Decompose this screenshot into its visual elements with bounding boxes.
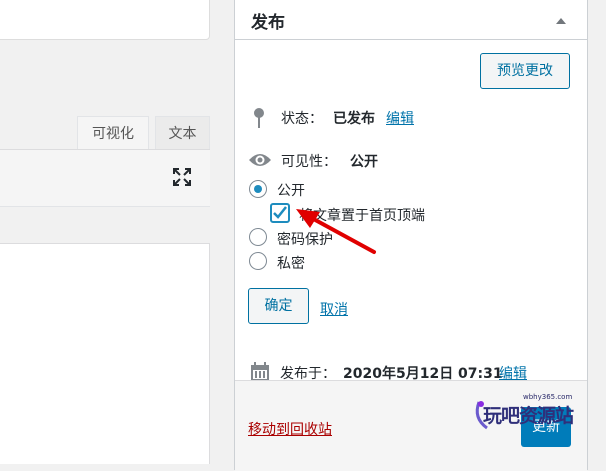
- radio-private[interactable]: [249, 252, 267, 270]
- radio-public[interactable]: [249, 180, 267, 198]
- title-input[interactable]: [0, 0, 210, 40]
- watermark-text: 玩吧资源站: [483, 405, 574, 427]
- fullscreen-icon[interactable]: [172, 167, 192, 187]
- move-to-trash-link[interactable]: 移动到回收站: [248, 419, 332, 439]
- panel-header: 发布: [235, 0, 587, 40]
- collapse-arrow-icon[interactable]: [555, 14, 567, 30]
- radio-password[interactable]: [249, 228, 267, 246]
- annotation-arrow: [290, 200, 380, 264]
- panel-title: 发布: [251, 13, 285, 33]
- watermark-domain: wbhy365.com: [523, 393, 573, 401]
- tab-text[interactable]: 文本: [155, 116, 210, 150]
- status-value: 已发布: [333, 111, 375, 127]
- tab-visual[interactable]: 可视化: [77, 116, 149, 150]
- cancel-link[interactable]: 取消: [320, 299, 348, 319]
- pin-icon: [252, 107, 266, 133]
- visibility-label: 可见性：: [281, 154, 337, 170]
- visibility-value: 公开: [350, 154, 378, 170]
- editor-content-area[interactable]: [0, 243, 210, 464]
- status-label: 状态：: [281, 111, 323, 127]
- status-edit-link[interactable]: 编辑: [386, 108, 414, 128]
- ok-button[interactable]: 确定: [248, 288, 309, 324]
- option-public-label: 公开: [277, 183, 305, 199]
- preview-changes-button[interactable]: 预览更改: [480, 53, 570, 89]
- eye-icon: [248, 152, 272, 172]
- sticky-checkbox[interactable]: [270, 203, 290, 223]
